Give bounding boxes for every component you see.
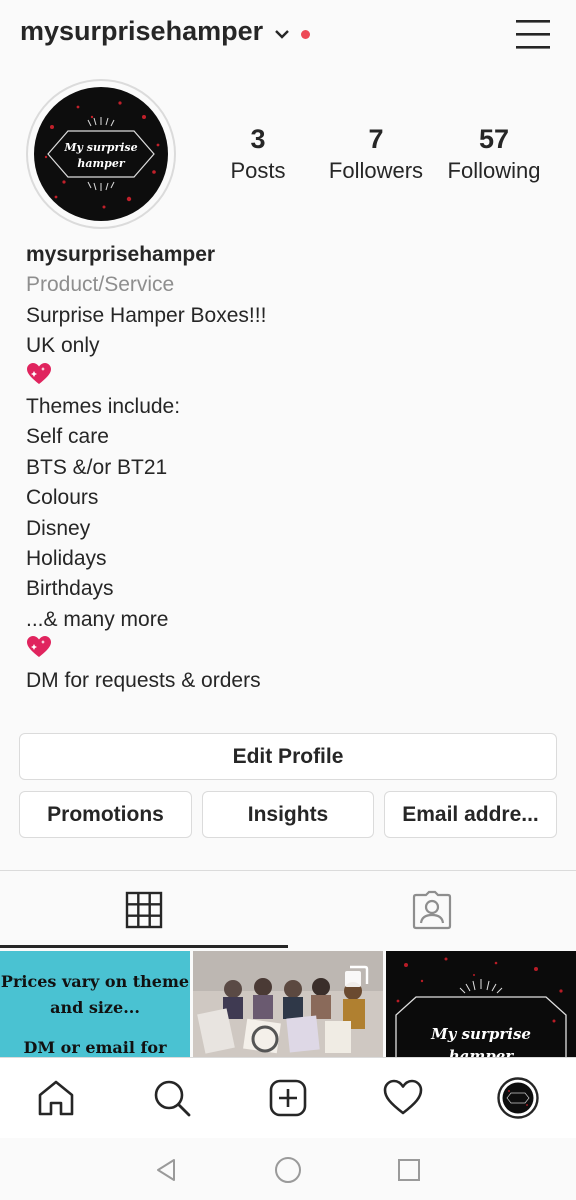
bio-line: ...& many more <box>26 607 169 631</box>
promotions-button[interactable]: Promotions <box>19 791 192 838</box>
profile-bio: mysurprisehamper Product/Service Surpris… <box>26 240 556 696</box>
bio-line: Colours <box>26 486 99 510</box>
followers-count: 7 <box>368 124 384 154</box>
bottom-navigation <box>0 1057 576 1138</box>
top-bar: mysurprisehamper <box>0 0 576 72</box>
sparkling-heart-icon <box>26 635 556 665</box>
system-navigation-bar <box>0 1138 576 1200</box>
followers-stat[interactable]: 7 Followers <box>322 122 430 186</box>
nav-profile[interactable] <box>494 1074 542 1122</box>
bio-line: DM for requests & orders <box>26 668 261 692</box>
hamburger-menu-icon[interactable] <box>514 17 552 51</box>
followers-label: Followers <box>328 158 424 183</box>
home-circle-icon <box>275 1157 301 1183</box>
add-post-icon <box>269 1079 307 1117</box>
tile-caption-line: and size... <box>50 998 140 1017</box>
system-back-button[interactable] <box>148 1152 184 1188</box>
posts-count: 3 <box>250 124 266 154</box>
avatar-text-line2: hamper <box>77 157 125 170</box>
activity-heart-icon <box>383 1079 423 1115</box>
bio-line: UK only <box>26 334 100 358</box>
chevron-down-icon[interactable] <box>272 26 292 42</box>
posts-stat[interactable]: 3 Posts <box>216 122 300 186</box>
tile-logo-line2: hamper <box>449 1047 515 1057</box>
home-icon <box>38 1080 74 1116</box>
tab-tagged[interactable] <box>288 871 576 948</box>
multiple-photos-icon <box>345 965 369 987</box>
tile-caption: Prices vary on theme and size... DM or e… <box>0 969 190 1057</box>
system-home-button[interactable] <box>270 1152 306 1188</box>
active-tab-indicator <box>0 945 288 948</box>
notification-dot <box>301 30 310 39</box>
account-username[interactable]: mysurprisehamper <box>20 16 263 47</box>
edit-profile-button[interactable]: Edit Profile <box>19 733 557 780</box>
post-thumbnail[interactable]: My surprise hamper <box>386 951 576 1057</box>
bio-line: Disney <box>26 516 91 540</box>
profile-avatar[interactable]: My surprise hamper <box>26 79 176 229</box>
nav-activity[interactable] <box>379 1074 427 1122</box>
nav-search[interactable] <box>148 1074 196 1122</box>
bio-line: Holidays <box>26 547 107 571</box>
bio-line: BTS &/or BT21 <box>26 455 168 479</box>
following-label: Following <box>447 158 541 183</box>
tile-caption-line: DM or email for <box>23 1038 167 1057</box>
profile-name: mysurprisehamper <box>26 243 216 266</box>
bio-line: Themes include: <box>26 395 181 419</box>
tab-grid[interactable] <box>0 871 288 948</box>
profile-avatar-icon <box>497 1077 539 1119</box>
bio-line: Self care <box>26 425 109 449</box>
post-thumbnail[interactable]: Prices vary on theme and size... DM or e… <box>0 951 190 1057</box>
system-recents-button[interactable] <box>391 1152 427 1188</box>
insights-button[interactable]: Insights <box>202 791 374 838</box>
nav-home[interactable] <box>32 1074 80 1122</box>
bio-line: Surprise Hamper Boxes!!! <box>26 303 267 327</box>
following-stat[interactable]: 57 Following <box>440 122 548 186</box>
email-button[interactable]: Email addre... <box>384 791 557 838</box>
sparkling-heart-icon <box>26 362 556 392</box>
logo-post-image: My surprise hamper <box>386 951 576 1057</box>
avatar-text-line1: My surprise <box>63 141 137 154</box>
search-icon <box>154 1080 191 1117</box>
recents-square-icon <box>398 1159 420 1181</box>
grid-icon <box>125 891 163 928</box>
tile-logo-line1: My surprise <box>430 1025 531 1043</box>
post-thumbnail[interactable] <box>193 951 383 1057</box>
tagged-person-icon <box>412 890 452 929</box>
back-icon <box>157 1159 175 1181</box>
posts-label: Posts <box>230 158 286 183</box>
tile-caption-line: Prices vary on theme <box>0 972 190 991</box>
profile-category: Product/Service <box>26 273 175 297</box>
bio-line: Birthdays <box>26 577 114 601</box>
following-count: 57 <box>478 124 510 154</box>
nav-add[interactable] <box>264 1074 312 1122</box>
avatar-image: My surprise hamper <box>34 87 168 221</box>
